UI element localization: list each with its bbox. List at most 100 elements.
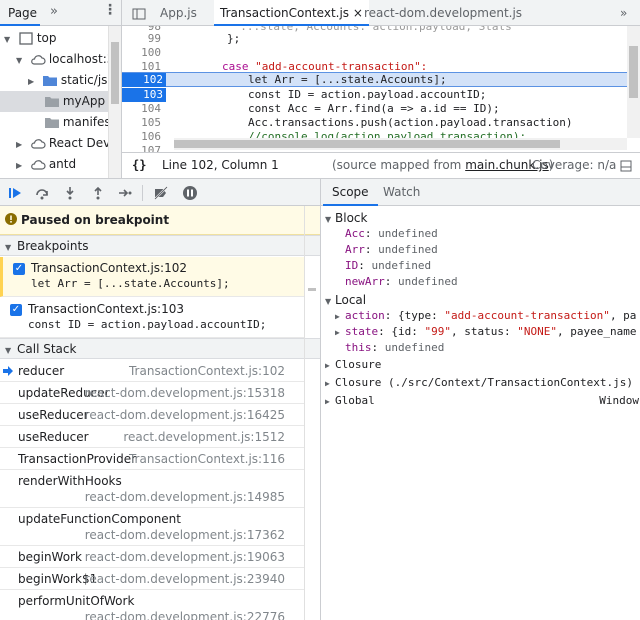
code-area[interactable]: 98 ...state, Accounts: action.payload, S… (122, 26, 640, 152)
toggle-drawer-icon[interactable] (620, 160, 632, 172)
code-line[interactable]: 104 const Acc = Arr.find(a => a.id == ID)… (122, 102, 627, 116)
more-tabs-icon[interactable]: » (614, 0, 633, 26)
code-scroll-thumb[interactable] (629, 46, 638, 98)
scope-block[interactable]: ▼ Block (325, 210, 367, 226)
line-number[interactable]: 99 (122, 32, 164, 46)
frame-location[interactable]: react.development.js:1512 (123, 430, 285, 444)
expand-triangle-icon[interactable]: ▼ (325, 212, 335, 228)
tree-item-antd[interactable]: ▶ antd (0, 154, 121, 175)
kebab-menu-icon[interactable]: ⋮ (103, 2, 117, 22)
breakpoints-header[interactable]: ▼ Breakpoints (0, 235, 320, 256)
expand-triangle-icon[interactable]: ▼ (4, 29, 14, 49)
line-number[interactable]: 100 (122, 46, 164, 60)
code-line[interactable]: 105 Acc.transactions.push(action.payload.… (122, 116, 627, 130)
line-number[interactable]: 107 (122, 144, 164, 152)
code-line[interactable]: 103 const ID = action.payload.accountID; (122, 88, 627, 102)
breakpoint-line-number[interactable]: 102 (122, 73, 166, 87)
call-frame[interactable]: beginWork react-dom.development.js:19063 (0, 546, 304, 568)
frame-location[interactable]: react-dom.development.js:19063 (85, 550, 285, 564)
frame-location[interactable]: react-dom.development.js:14985 (85, 490, 285, 504)
tab-watch[interactable]: Watch (374, 179, 429, 206)
frame-location[interactable]: TransactionContext.js:102 (129, 364, 285, 378)
breakpoint-item[interactable]: ✓ TransactionContext.js:102 let Arr = [.… (0, 257, 304, 297)
sidebar-toggle-icon[interactable] (126, 0, 152, 26)
expand-triangle-icon[interactable]: ▼ (325, 294, 335, 310)
frame-location[interactable]: react-dom.development.js:22776 (85, 610, 285, 620)
line-number[interactable]: 106 (122, 130, 164, 144)
collapse-triangle-icon[interactable]: ▶ (325, 376, 335, 392)
more-tabs-icon[interactable]: » (50, 4, 64, 19)
collapse-triangle-icon[interactable]: ▶ (335, 325, 345, 341)
scope-variable-action[interactable]: ▶ action: {type: "add-account-transaction… (335, 308, 636, 324)
call-frame[interactable]: beginWork$1 react-dom.development.js:239… (0, 568, 304, 590)
scope-variable[interactable]: newArr: undefined (345, 274, 458, 290)
line-number[interactable]: 105 (122, 116, 164, 130)
call-frame-active[interactable]: reducer TransactionContext.js:102 (0, 360, 304, 382)
collapse-triangle-icon[interactable]: ▶ (16, 155, 26, 175)
step-over-icon[interactable] (34, 185, 50, 201)
breakpoint-checkbox[interactable]: ✓ (10, 304, 22, 316)
call-frame[interactable]: renderWithHooks react-dom.development.js… (0, 470, 304, 508)
scope-global[interactable]: ▶ Global Window (325, 393, 639, 409)
breakpoint-checkbox[interactable]: ✓ (13, 263, 25, 275)
expand-triangle-icon[interactable]: ▼ (16, 50, 26, 70)
code-line[interactable]: 99 }; (122, 32, 627, 46)
code-line-current[interactable]: 102 let Arr = [...state.Accounts]; (122, 72, 627, 87)
tree-item-react-devtools[interactable]: ▶ React Deve (0, 133, 121, 154)
resume-icon[interactable] (7, 185, 23, 201)
breakpoint-line-number[interactable]: 103 (122, 88, 166, 102)
sidebar-scroll-thumb[interactable] (308, 288, 316, 291)
tree-item-top[interactable]: ▼ top (0, 28, 121, 49)
tab-transactioncontext-js[interactable]: TransactionContext.js × (214, 0, 369, 26)
frame-location[interactable]: TransactionContext.js:116 (129, 452, 285, 466)
tab-scope[interactable]: Scope (323, 179, 378, 206)
tab-app-js[interactable]: App.js (154, 0, 203, 26)
navigator-scrollbar[interactable] (108, 26, 121, 178)
collapse-triangle-icon[interactable]: ▶ (335, 309, 345, 325)
collapse-triangle-icon[interactable]: ▶ (16, 134, 26, 154)
code-line[interactable]: 100 (122, 46, 627, 60)
tree-item-localhost[interactable]: ▼ localhost:30 (0, 49, 121, 70)
frame-location[interactable]: react-dom.development.js:17362 (85, 528, 285, 542)
expand-triangle-icon[interactable]: ▼ (5, 237, 15, 258)
collapse-triangle-icon[interactable]: ▶ (325, 358, 335, 374)
frame-location[interactable]: react-dom.development.js:23940 (85, 572, 285, 586)
navigator-scroll-thumb[interactable] (111, 42, 119, 104)
pretty-print-button[interactable]: {} (132, 153, 146, 177)
collapse-triangle-icon[interactable]: ▶ (28, 71, 38, 91)
call-frame[interactable]: TransactionProvider TransactionContext.j… (0, 448, 304, 470)
scope-variable-this[interactable]: this: undefined (345, 340, 444, 356)
pause-on-exceptions-icon[interactable] (182, 185, 198, 201)
tab-page[interactable]: Page (0, 0, 40, 26)
call-frame[interactable]: useReducer react-dom.development.js:1642… (0, 404, 304, 426)
tree-item-myapp[interactable]: myApp (0, 91, 121, 112)
call-frame[interactable]: updateFunctionComponent react-dom.develo… (0, 508, 304, 546)
code-hscroll-thumb[interactable] (174, 140, 560, 148)
frame-location[interactable]: react-dom.development.js:15318 (85, 386, 285, 400)
tree-item-manifest[interactable]: manifest (0, 112, 121, 133)
scope-closure-file[interactable]: ▶ Closure (./src/Context/TransactionConte… (325, 375, 633, 391)
expand-triangle-icon[interactable]: ▼ (5, 340, 15, 361)
code-vertical-scrollbar[interactable] (627, 26, 640, 138)
call-frame[interactable]: performUnitOfWork react-dom.development.… (0, 590, 304, 620)
scope-closure[interactable]: ▶ Closure (325, 357, 381, 373)
tab-react-dom-development-js[interactable]: react-dom.development.js (358, 0, 528, 26)
collapse-triangle-icon[interactable]: ▶ (325, 394, 335, 410)
scope-variable-state[interactable]: ▶ state: {id: "99", status: "NONE", payee… (335, 324, 636, 340)
call-stack-header[interactable]: ▼ Call Stack (0, 338, 320, 359)
step-into-icon[interactable] (62, 185, 78, 201)
tree-item-static-js[interactable]: ▶ static/js (0, 70, 121, 91)
step-out-icon[interactable] (90, 185, 106, 201)
call-frame[interactable]: updateReducer react-dom.development.js:1… (0, 382, 304, 404)
step-icon[interactable] (117, 185, 133, 201)
scope-variable[interactable]: Acc: undefined (345, 226, 438, 242)
code-horizontal-scrollbar[interactable] (174, 138, 627, 150)
scope-variable[interactable]: ID: undefined (345, 258, 431, 274)
frame-location[interactable]: react-dom.development.js:16425 (85, 408, 285, 422)
line-number[interactable]: 104 (122, 102, 164, 116)
sidebar-scrollbar[interactable] (304, 206, 318, 620)
scope-local[interactable]: ▼ Local (325, 292, 366, 308)
breakpoint-item[interactable]: ✓ TransactionContext.js:103 const ID = a… (0, 298, 304, 338)
call-frame[interactable]: useReducer react.development.js:1512 (0, 426, 304, 448)
scope-variable[interactable]: Arr: undefined (345, 242, 438, 258)
